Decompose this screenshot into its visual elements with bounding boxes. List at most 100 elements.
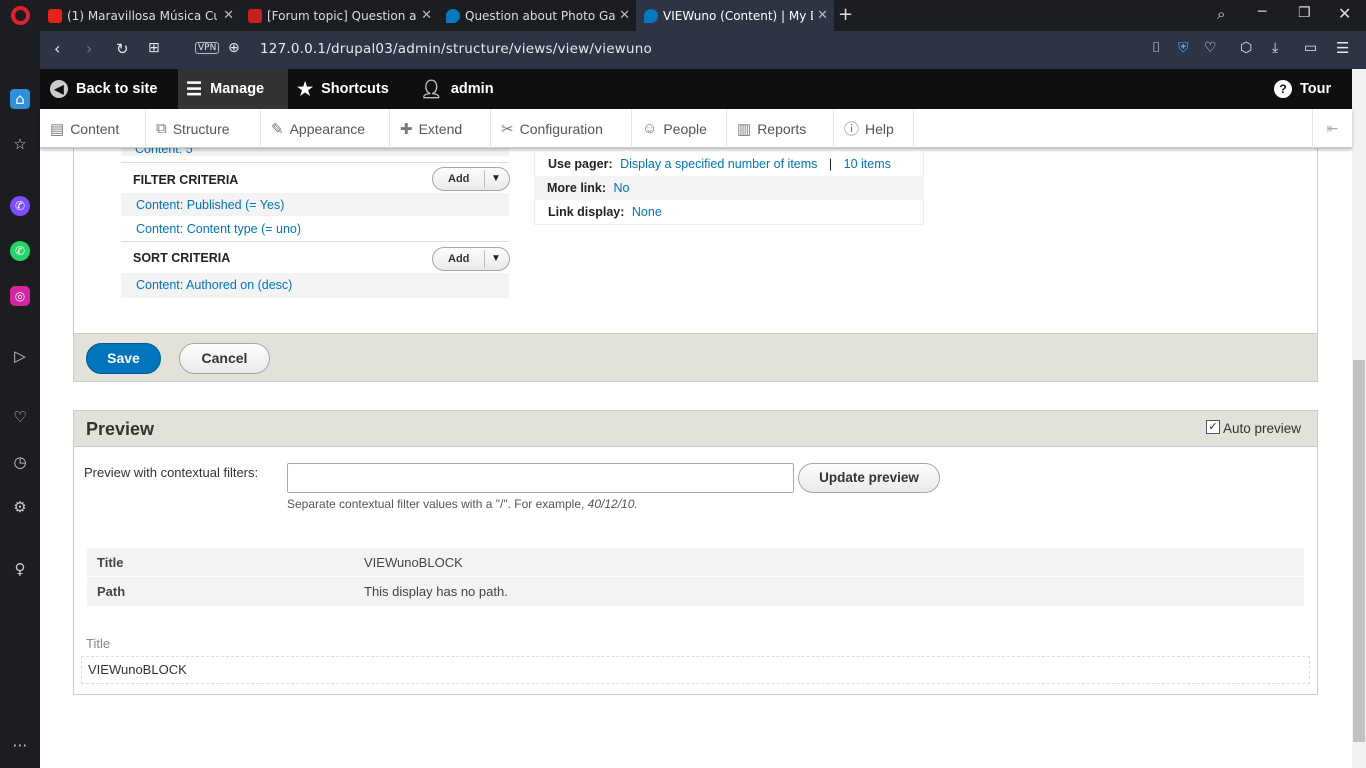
messenger-icon[interactable]: ✆ [10,196,30,216]
player-icon[interactable]: ▷ [10,346,30,366]
contextual-filters-input[interactable] [287,463,794,493]
save-button[interactable]: Save [86,343,161,374]
tray-collapse-button[interactable]: ⇤ [1312,109,1352,148]
block-title-label: Title [86,636,111,651]
search-tabs-icon[interactable]: ⌕ [1217,5,1225,23]
items-per-page-link[interactable]: 10 items [844,157,891,171]
browser-tab[interactable]: (1) Maravillosa Música Cura ✕ [40,0,240,31]
cancel-button[interactable]: Cancel [179,343,270,374]
globe-icon: ⊕ [228,40,240,56]
tray-item-label: Help [865,120,894,137]
people-icon: ☺ [642,120,658,137]
whatsapp-icon[interactable]: ✆ [10,241,30,261]
instagram-icon[interactable]: ◎ [10,286,30,306]
tray-item-help[interactable]: ⓘ Help [834,109,914,148]
chevron-down-icon[interactable]: ▼ [484,250,501,268]
back-to-site-label: Back to site [76,81,158,97]
heart-icon[interactable]: ♡ [10,407,30,427]
hamburger-icon: ☰ [186,78,203,99]
lightbulb-icon[interactable]: ♀ [10,559,30,579]
tab-title: (1) Maravillosa Música Cura [67,8,217,23]
drupal-icon [644,8,658,23]
brush-icon: ✎ [271,120,284,138]
tray-item-reports[interactable]: ▥ Reports [727,109,834,148]
admin-toolbar: ◀ Back to site ☰ Manage ★ Shortcuts 👤︎ a… [40,69,1352,109]
forward-icon[interactable]: › [86,39,92,58]
user-icon: 👤︎ [420,78,443,99]
wrench-icon: ✂ [501,120,514,138]
box-icon[interactable]: ⬡ [1240,40,1252,56]
tray-item-appearance[interactable]: ✎ Appearance [261,109,390,148]
address-bar: ‹ › ↻ ⊞ VPN ⊕ 127.0.0.1/drupal03/admin/s… [40,31,1366,69]
scrollbar-thumb[interactable] [1353,360,1365,742]
setting-label: Use pager: [548,157,613,171]
filter-criteria-section: FILTER CRITERIA Add ▼ Content: Published… [121,162,510,241]
preview-info-table: Title VIEWunoBLOCK Path This display has… [87,548,1304,606]
preview-header: Preview ✓ Auto preview [74,411,1317,447]
filter-link[interactable]: Content: Published (= Yes) [136,198,284,212]
admin-tray: ▤ Content ⧉ Structure ✎ Appearance ✚ Extend … [40,109,1352,148]
vpn-badge[interactable]: VPN [195,42,220,54]
shortcuts-tab[interactable]: ★ Shortcuts [297,69,389,109]
tour-button[interactable]: ? Tour [1274,69,1331,109]
tray-item-configuration[interactable]: ✂ Configuration [491,109,632,148]
tray-item-label: Reports [757,120,807,137]
row-key: Title [97,555,124,570]
link-display-link[interactable]: None [632,205,662,219]
back-to-site-link[interactable]: ◀ Back to site [50,69,157,109]
close-icon[interactable]: ✕ [817,8,828,23]
filter-link[interactable]: Content: Content type (= uno) [136,222,301,236]
restore-icon[interactable]: ❐ [1298,5,1311,21]
opera-logo-icon[interactable] [11,6,30,25]
filter-list: Content: Published (= Yes) Content: Cont… [121,193,509,241]
update-preview-button[interactable]: Update preview [798,463,940,493]
sort-link[interactable]: Content: Authored on (desc) [136,278,292,292]
download-icon[interactable]: ⤓ [1272,40,1278,56]
browser-tab-active[interactable]: VIEWuno (Content) | My Dr ✕ [636,0,834,31]
back-icon[interactable]: ‹ [54,39,60,58]
tray-item-label: Content [70,120,120,137]
reload-icon[interactable]: ↻ [116,40,129,58]
url-text[interactable]: 127.0.0.1/drupal03/admin/structure/views… [260,41,652,57]
star-icon[interactable]: ☆ [10,134,30,154]
close-icon[interactable]: ✕ [421,8,432,23]
close-icon[interactable]: ✕ [619,8,630,23]
filter-add-dropbutton[interactable]: Add ▼ [432,167,510,191]
shortcuts-label: Shortcuts [321,81,389,97]
help-icon: ⓘ [844,121,860,138]
history-icon[interactable]: ◷ [10,452,30,472]
setting-label: Link display: [548,205,625,219]
sort-add-dropbutton[interactable]: Add ▼ [432,247,510,271]
more-icon[interactable]: ⋯ [10,735,30,755]
block-content-text: VIEWunoBLOCK [88,662,187,677]
menu-icon[interactable]: ☰ [1336,39,1349,57]
tray-item-content[interactable]: ▤ Content [40,109,146,148]
home-icon[interactable]: ⌂ [10,89,30,109]
browser-tab[interactable]: [Forum topic] Question abo ✕ [240,0,438,31]
battery-icon[interactable]: ▭ [1304,40,1317,56]
close-icon[interactable]: ✕ [223,8,234,23]
more-link-link[interactable]: No [614,181,630,195]
auto-preview-checkbox[interactable]: ✓ [1206,420,1220,434]
help-icon: ? [1274,80,1292,98]
shield-icon[interactable]: ⛨ [1178,40,1189,56]
manage-tab[interactable]: ☰ Manage [178,69,288,109]
tray-item-extend[interactable]: ✚ Extend [390,109,491,148]
camera-icon[interactable]: ⌷ [1152,40,1160,56]
auto-preview-label[interactable]: Auto preview [1223,421,1301,436]
structure-icon: ⧉ [156,120,167,137]
youtube-icon [48,8,62,23]
pager-link[interactable]: Display a specified number of items [620,157,817,171]
chevron-down-icon[interactable]: ▼ [484,170,501,188]
user-tab[interactable]: 👤︎ admin [420,69,494,109]
browser-tab[interactable]: Question about Photo Galle ✕ [438,0,636,31]
tabs-grid-icon[interactable]: ⊞ [148,40,160,56]
window-close-icon[interactable]: ✕ [1338,4,1351,23]
tray-item-structure[interactable]: ⧉ Structure [146,109,261,148]
link-display-setting: Link display: None [534,200,924,225]
minimize-icon[interactable]: ─ [1258,4,1266,20]
settings-icon[interactable]: ⚙ [10,497,30,517]
heart-icon[interactable]: ♡ [1204,40,1217,56]
new-tab-button[interactable]: + [838,4,853,25]
tray-item-people[interactable]: ☺ People [632,109,727,148]
